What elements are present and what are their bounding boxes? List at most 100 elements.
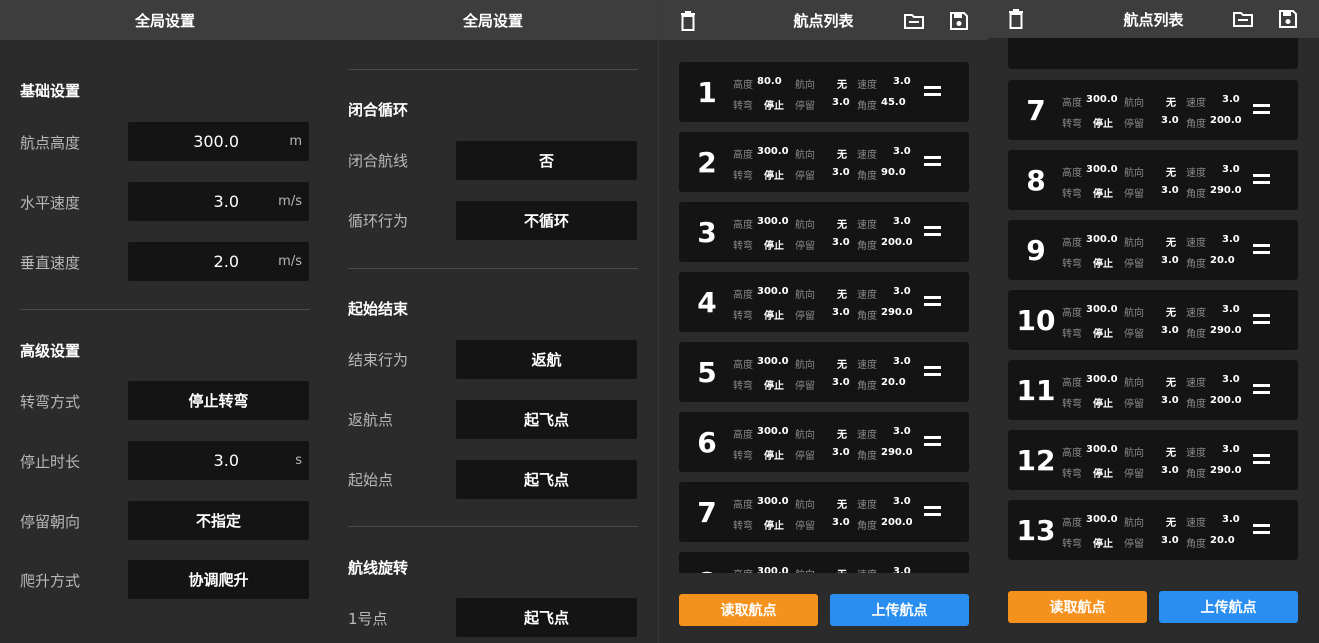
point-1-select[interactable]: 起飞点 [456,598,637,637]
waypoint-card[interactable]: 1 高度 80.0 航向 无速度 3.0 转弯 停止 停留 3.0 角度 45.0 [679,62,969,122]
climb-mode-label: 爬升方式 [20,572,81,590]
waypoint-card[interactable]: 9 高度 300.0 航向 无速度 3.0 转弯 停止 停留 3.0 角度 20.0 [1008,220,1298,280]
angle-label: 角度 [857,241,877,252]
waypoint-card[interactable]: 7 高度 300.0 航向 无速度 3.0 转弯 停止 停留 3.0 角度 200.0 [679,482,969,542]
turn-mode-select[interactable]: 停止转弯 [128,381,309,420]
waypoint-card[interactable]: 8高度300.0航向无速度3.0转弯停留角度 [679,552,969,573]
stop-duration-unit: s [295,453,302,468]
angle-label: 角度 [1186,259,1206,270]
point-1-label: 1号点 [348,610,388,628]
waypoint-card[interactable]: 13 高度 300.0 航向 无速度 3.0 转弯 停止 停留 3.0 角度 20.0 [1008,500,1298,560]
drag-handle-icon[interactable] [924,226,941,236]
waypoint-card[interactable]: 12 高度 300.0 航向 无速度 3.0 转弯 停止 停留 3.0 角度 290.0 [1008,430,1298,490]
height-value: 300.0 [193,132,239,151]
heading-label: 航向 [795,430,815,441]
waypoint-number: 1 [697,75,717,109]
drag-handle-icon[interactable] [924,296,941,306]
waypoint-list[interactable]: 1 高度 80.0 航向无速度 3.0 转弯 停止 停留 3.0 角度 45.0 2 高度 300.0 航向… [659,40,988,573]
advanced-settings-title: 高级设置 [20,342,81,360]
start-point-select[interactable]: 起飞点 [456,460,637,499]
stay-value: 3.0 [1161,395,1179,406]
drag-handle-icon[interactable] [1253,314,1270,324]
turn-label: 转弯 [1062,259,1082,270]
waypoint-number: 2 [697,145,717,179]
speed-value: 3.0 [1222,514,1240,525]
speed-value: 3.0 [893,566,911,573]
waypoint-card[interactable]: 5 高度 300.0 航向 无速度 3.0 转弯 停止 停留 3.0 角度 20.0 [679,342,969,402]
hspeed-value: 3.0 [213,192,239,211]
waypoint-card[interactable] [1008,38,1298,69]
folder-icon[interactable] [903,10,925,32]
alt-label: 高度 [1062,168,1082,179]
stay-label: 停留 [1124,329,1144,340]
save-icon[interactable] [1277,8,1299,30]
settings-panel-loop: 全局设置 闭合循环 闭合航线 否 循环行为 不循环 起始结束 结束行为 返航 返… [328,0,658,643]
turn-value: 停止 [764,171,784,182]
stop-duration-field[interactable]: 3.0 s [128,441,309,480]
speed-value: 3.0 [893,146,911,157]
alt-value: 300.0 [1086,514,1118,525]
turn-label: 转弯 [733,241,753,252]
climb-mode-select[interactable]: 协调爬升 [128,560,309,599]
stay-heading-select[interactable]: 不指定 [128,501,309,540]
upload-waypoints-button[interactable]: 上传航点 [1159,591,1298,623]
drag-handle-icon[interactable] [1253,104,1270,114]
speed-value: 3.0 [1222,94,1240,105]
alt-value: 300.0 [757,426,789,437]
trash-icon[interactable] [677,10,699,32]
heading-label: 航向 [1124,448,1144,459]
read-waypoints-button[interactable]: 读取航点 [679,594,818,626]
drag-handle-icon[interactable] [924,156,941,166]
save-icon[interactable] [948,10,970,32]
return-point-select[interactable]: 起飞点 [456,400,637,439]
waypoint-card[interactable]: 11 高度 300.0 航向 无速度 3.0 转弯 停止 停留 3.0 角度 200.0 [1008,360,1298,420]
upload-waypoints-button[interactable]: 上传航点 [830,594,969,626]
drag-handle-icon[interactable] [924,506,941,516]
heading-value: 无 [1166,378,1176,389]
end-action-select[interactable]: 返航 [456,340,637,379]
drag-handle-icon[interactable] [924,366,941,376]
waypoint-card[interactable]: 10 高度 300.0 航向 无速度 3.0 转弯 停止 停留 3.0 角度 290.0 [1008,290,1298,350]
heading-value: 无 [1166,98,1176,109]
waypoint-card[interactable]: 6 高度 300.0 航向 无速度 3.0 转弯 停止 停留 3.0 角度 290.0 [679,412,969,472]
waypoint-card[interactable]: 3 高度 300.0 航向 无速度 3.0 转弯 停止 停留 3.0 角度 200.0 [679,202,969,262]
drag-handle-icon[interactable] [1253,174,1270,184]
divider [348,69,638,70]
drag-handle-icon[interactable] [1253,454,1270,464]
waypoint-list[interactable]: 7 高度 300.0 航向无速度 3.0 转弯 停止 停留 3.0 角度 200.0 8 高度 300.0… [988,38,1319,571]
read-waypoints-button[interactable]: 读取航点 [1008,591,1147,623]
waypoint-card[interactable]: 8 高度 300.0 航向 无速度 3.0 转弯 停止 停留 3.0 角度 290.0 [1008,150,1298,210]
waypoint-card[interactable]: 7 高度 300.0 航向 无速度 3.0 转弯 停止 停留 3.0 角度 200.0 [1008,80,1298,140]
turn-label: 转弯 [1062,399,1082,410]
alt-value: 300.0 [757,496,789,507]
closed-route-select[interactable]: 否 [456,141,637,180]
drag-handle-icon[interactable] [924,436,941,446]
turn-value: 停止 [1093,469,1113,480]
stay-value: 3.0 [832,167,850,178]
stay-label: 停留 [795,521,815,532]
height-unit: m [289,134,302,149]
vspeed-field[interactable]: 2.0 m/s [128,242,309,281]
angle-value: 290.0 [881,307,913,318]
folder-icon[interactable] [1232,8,1254,30]
route-rotate-title: 航线旋转 [348,559,409,577]
closed-loop-title: 闭合循环 [348,101,409,119]
drag-handle-icon[interactable] [1253,384,1270,394]
height-field[interactable]: 300.0 m [128,122,309,161]
trash-icon[interactable] [1005,8,1027,30]
angle-label: 角度 [857,521,877,532]
heading-value: 无 [1166,518,1176,529]
hspeed-field[interactable]: 3.0 m/s [128,182,309,221]
waypoint-card[interactable]: 2 高度 300.0 航向 无速度 3.0 转弯 停止 停留 3.0 角度 90.0 [679,132,969,192]
waypoint-card[interactable]: 4 高度 300.0 航向 无速度 3.0 转弯 停止 停留 3.0 角度 290.0 [679,272,969,332]
drag-handle-icon[interactable] [1253,244,1270,254]
waypoint-number: 3 [697,215,717,249]
heading-label: 航向 [795,150,815,161]
end-action-label: 结束行为 [348,351,409,369]
loop-action-select[interactable]: 不循环 [456,201,637,240]
stay-value: 3.0 [1161,325,1179,336]
drag-handle-icon[interactable] [924,86,941,96]
heading-label: 航向 [1124,238,1144,249]
turn-value: 停止 [1093,189,1113,200]
drag-handle-icon[interactable] [1253,524,1270,534]
